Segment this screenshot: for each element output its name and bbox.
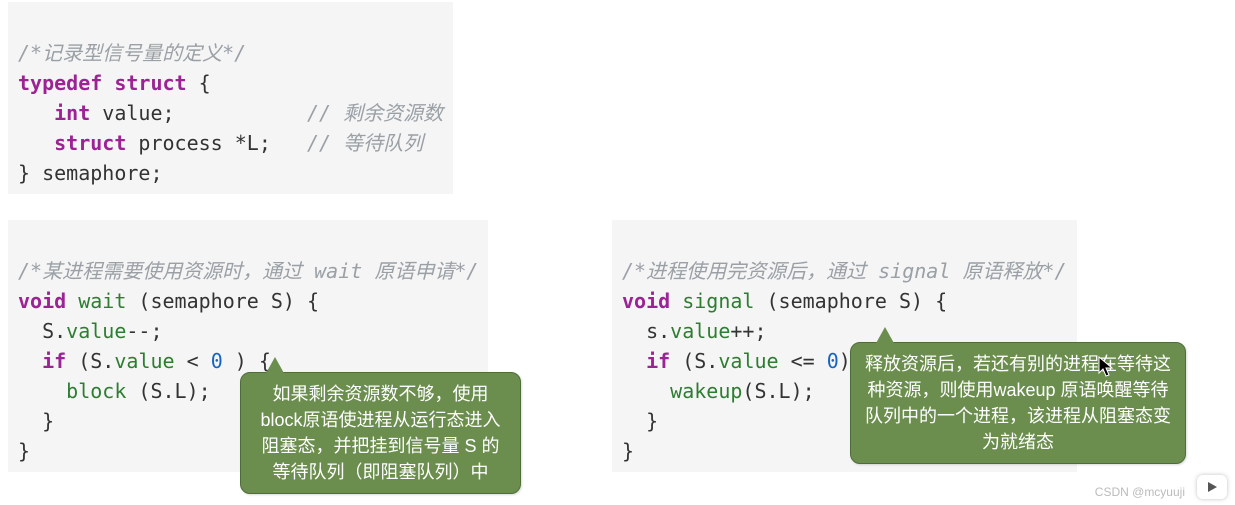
annotation-block: 如果剩余资源数不够，使用block原语使进程从运行态进入阻塞态，并把挂到信号量 … (240, 372, 521, 494)
fn-wakeup: wakeup (670, 379, 742, 403)
annotation-text: 释放资源后，若还有别的进程在等待这种资源，则使用wakeup 原语唤醒等待队列中… (865, 354, 1171, 452)
comment-waitqueue: // 等待队列 (307, 131, 423, 155)
fn-signal: signal (670, 289, 766, 313)
kw-struct: struct (114, 71, 186, 95)
annotation-wakeup: 释放资源后，若还有别的进程在等待这种资源，则使用wakeup 原语唤醒等待队列中… (850, 342, 1186, 464)
comment-wait: /*某进程需要使用资源时，通过 wait 原语申请*/ (18, 259, 478, 283)
field-value: value; (90, 101, 174, 125)
watermark: CSDN @mcyuuji (1095, 485, 1185, 499)
kw-typedef: typedef (18, 71, 102, 95)
typedef-close: } semaphore; (18, 161, 163, 185)
play-icon (1197, 475, 1227, 499)
comment-remaining: // 剩余资源数 (307, 101, 443, 125)
kw-int: int (54, 101, 90, 125)
cursor-icon (1098, 356, 1114, 378)
fn-block: block (66, 379, 126, 403)
field-process-list: process *L; (126, 131, 271, 155)
comment: /*记录型信号量的定义*/ (18, 41, 246, 65)
code-typedef: /*记录型信号量的定义*/ typedef struct { int value… (8, 2, 453, 194)
fn-wait: wait (66, 289, 138, 313)
annotation-text: 如果剩余资源数不够，使用block原语使进程从运行态进入阻塞态，并把挂到信号量 … (260, 384, 500, 482)
comment-signal: /*进程使用完资源后，通过 signal 原语释放*/ (622, 259, 1067, 283)
